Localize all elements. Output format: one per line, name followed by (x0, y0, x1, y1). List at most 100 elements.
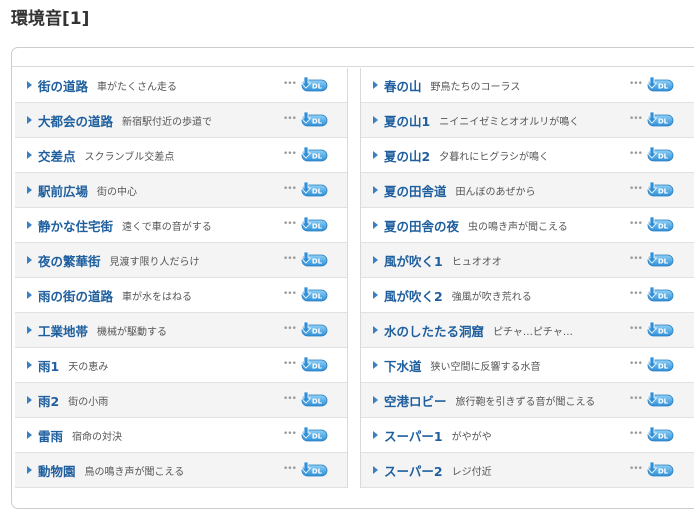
download-icon[interactable]: DL (645, 426, 675, 444)
sound-row[interactable]: 雨2 街の小雨 ••• DL (15, 383, 347, 418)
sound-row[interactable]: 風が吹く2 強風が吹き荒れる ••• DL (361, 278, 694, 313)
sound-title-link[interactable]: 街の道路 (38, 76, 88, 95)
sound-row[interactable]: 工業地帯 機械が駆動する ••• DL (15, 313, 347, 348)
sound-title-link[interactable]: 動物園 (38, 461, 76, 480)
sound-title-link[interactable]: 雨2 (38, 391, 59, 410)
arrow-right-icon (27, 81, 32, 89)
arrow-right-icon (27, 466, 32, 474)
download-icon[interactable]: DL (645, 76, 675, 94)
arrow-right-icon (373, 396, 378, 404)
sound-description: スクランブル交差点 (84, 151, 175, 163)
sound-row[interactable]: 風が吹く1 ヒュオオオ ••• DL (361, 243, 694, 278)
download-icon[interactable]: DL (645, 111, 675, 129)
download-icon[interactable]: DL (299, 216, 329, 234)
download-icon[interactable]: DL (645, 146, 675, 164)
download-icon[interactable]: DL (645, 356, 675, 374)
download-icon[interactable]: DL (645, 251, 675, 269)
download-icon[interactable]: DL (299, 356, 329, 374)
arrow-right-icon (373, 431, 378, 439)
sound-description: 田んぼのあぜから (455, 186, 536, 198)
sound-description: 鳥の鳴き声が聞こえる (84, 466, 185, 478)
download-icon[interactable]: DL (299, 426, 329, 444)
dots-icon: ••• (629, 184, 643, 194)
sound-row[interactable]: 雨の街の道路 車が水をはねる ••• DL (15, 278, 347, 313)
sound-title-link[interactable]: 工業地帯 (38, 321, 88, 340)
download-icon[interactable]: DL (645, 181, 675, 199)
sound-description: 見渡す限り人だらけ (109, 256, 200, 268)
sound-title-link[interactable]: 春の山 (384, 76, 422, 95)
svg-text:DL: DL (312, 223, 323, 231)
sound-title-link[interactable]: 風が吹く2 (384, 286, 443, 305)
sound-row[interactable]: 夏の田舎の夜 虫の鳴き声が聞こえる ••• DL (361, 208, 694, 243)
sound-title-link[interactable]: 水のしたたる洞窟 (384, 321, 484, 340)
download-icon[interactable]: DL (299, 76, 329, 94)
sound-title-link[interactable]: 夏の山1 (384, 111, 430, 130)
sound-title-link[interactable]: 風が吹く1 (384, 251, 443, 270)
sound-title-link[interactable]: 静かな住宅街 (38, 216, 113, 235)
arrow-right-icon (373, 151, 378, 159)
sound-title-link[interactable]: 夏の山2 (384, 146, 430, 165)
download-icon[interactable]: DL (299, 181, 329, 199)
sound-title-link[interactable]: 夜の繁華街 (38, 251, 101, 270)
arrow-right-icon (27, 116, 32, 124)
download-icon[interactable]: DL (645, 216, 675, 234)
svg-text:DL: DL (312, 118, 323, 126)
sound-row[interactable]: スーパー2 レジ付近 ••• DL (361, 453, 694, 488)
arrow-right-icon (27, 291, 32, 299)
sound-title-link[interactable]: 雷雨 (38, 426, 63, 445)
dots-icon: ••• (629, 394, 643, 404)
sound-title-link[interactable]: 雨1 (38, 356, 59, 375)
download-icon[interactable]: DL (645, 321, 675, 339)
sound-title-link[interactable]: 交差点 (38, 146, 76, 165)
sound-row[interactable]: 水のしたたる洞窟 ピチャ…ピチャ… ••• DL (361, 313, 694, 348)
download-icon[interactable]: DL (299, 461, 329, 479)
sound-title-link[interactable]: 夏の田舎の夜 (384, 216, 459, 235)
sound-row[interactable]: 春の山 野鳥たちのコーラス ••• DL (361, 68, 694, 103)
sound-title-link[interactable]: 下水道 (384, 356, 422, 375)
sound-title-link[interactable]: スーパー2 (384, 461, 443, 480)
download-icon[interactable]: DL (299, 111, 329, 129)
dots-icon: ••• (283, 114, 297, 124)
sound-description: 天の恵み (68, 361, 109, 373)
download-icon[interactable]: DL (299, 286, 329, 304)
sound-title-link[interactable]: 雨の街の道路 (38, 286, 113, 305)
svg-text:DL: DL (312, 398, 323, 406)
sound-row[interactable]: 大都会の道路 新宿駅付近の歩道で ••• DL (15, 103, 347, 138)
dots-icon: ••• (629, 149, 643, 159)
sound-row[interactable]: 駅前広場 街の中心 ••• DL (15, 173, 347, 208)
sound-title-link[interactable]: スーパー1 (384, 426, 443, 445)
sound-description: 車がたくさん走る (97, 81, 178, 93)
sound-row[interactable]: 雨1 天の恵み ••• DL (15, 348, 347, 383)
arrow-right-icon (27, 221, 32, 229)
download-icon[interactable]: DL (299, 146, 329, 164)
sound-row[interactable]: 空港ロビー 旅行鞄を引きずる音が聞こえる ••• DL (361, 383, 694, 418)
sound-row[interactable]: 交差点 スクランブル交差点 ••• DL (15, 138, 347, 173)
sound-row[interactable]: 夏の田舎道 田んぼのあぜから ••• DL (361, 173, 694, 208)
sound-title-link[interactable]: 夏の田舎道 (384, 181, 447, 200)
download-icon[interactable]: DL (299, 251, 329, 269)
sound-row[interactable]: 夏の山2 夕暮れにヒグラシが鳴く ••• DL (361, 138, 694, 173)
sound-row[interactable]: 下水道 狭い空間に反響する水音 ••• DL (361, 348, 694, 383)
download-icon[interactable]: DL (645, 286, 675, 304)
sound-row[interactable]: スーパー1 がやがや ••• DL (361, 418, 694, 453)
download-icon[interactable]: DL (645, 391, 675, 409)
arrow-right-icon (27, 431, 32, 439)
sound-description: 旅行鞄を引きずる音が聞こえる (455, 396, 596, 408)
sound-row[interactable]: 夏の山1 ニイニイゼミとオオルリが鳴く ••• DL (361, 103, 694, 138)
arrow-right-icon (373, 186, 378, 194)
sound-title-link[interactable]: 大都会の道路 (38, 111, 113, 130)
sound-title-link[interactable]: 駅前広場 (38, 181, 88, 200)
sound-description: 夕暮れにヒグラシが鳴く (439, 151, 550, 163)
sound-row[interactable]: 動物園 鳥の鳴き声が聞こえる ••• DL (15, 453, 347, 488)
sound-row[interactable]: 雷雨 宿命の対決 ••• DL (15, 418, 347, 453)
sound-row[interactable]: 夜の繁華街 見渡す限り人だらけ ••• DL (15, 243, 347, 278)
download-icon[interactable]: DL (299, 391, 329, 409)
sound-title-link[interactable]: 空港ロビー (384, 391, 447, 410)
sound-description: 新宿駅付近の歩道で (122, 116, 213, 128)
download-icon[interactable]: DL (299, 321, 329, 339)
sound-row[interactable]: 街の道路 車がたくさん走る ••• DL (15, 68, 347, 103)
arrow-right-icon (27, 326, 32, 334)
download-icon[interactable]: DL (645, 461, 675, 479)
sound-row[interactable]: 静かな住宅街 遠くで車の音がする ••• DL (15, 208, 347, 243)
dots-icon: ••• (283, 254, 297, 264)
